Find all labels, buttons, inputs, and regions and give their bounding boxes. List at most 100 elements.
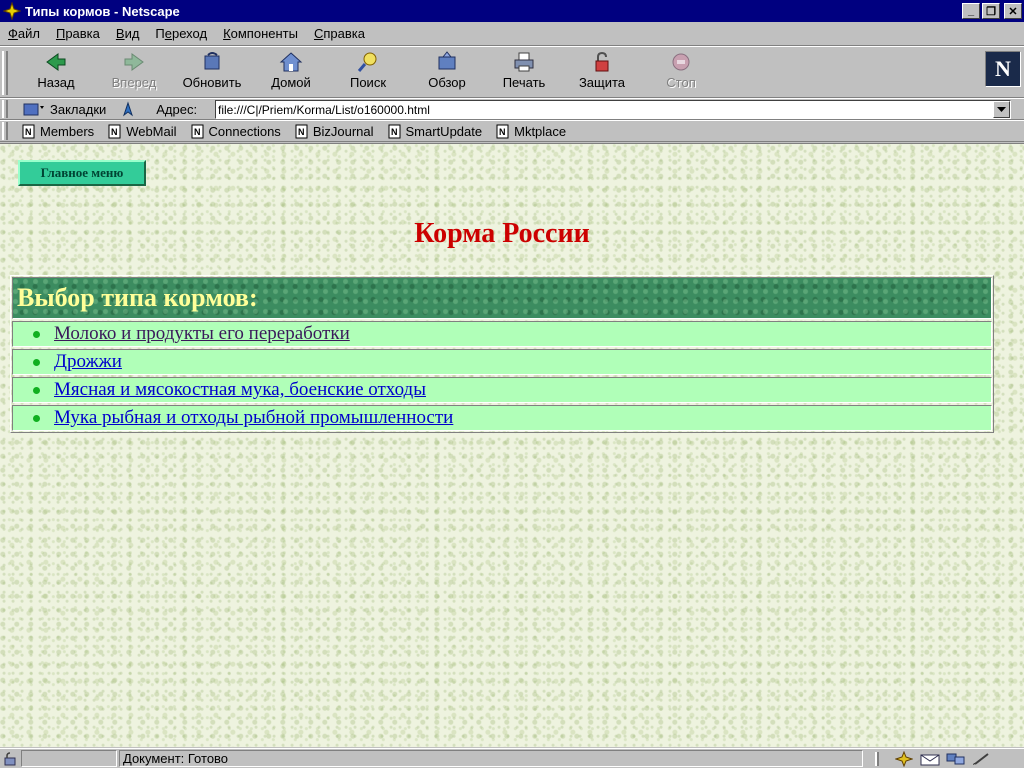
back-label: Назад xyxy=(37,75,75,90)
print-button[interactable]: Печать xyxy=(489,51,559,95)
forward-button[interactable]: Вперед xyxy=(99,51,169,95)
netscape-app-icon xyxy=(3,2,21,20)
unlocked-icon xyxy=(4,751,16,765)
composer-icon[interactable] xyxy=(969,750,995,768)
bookmark-mktplace[interactable]: N Mktplace xyxy=(496,124,566,139)
home-button[interactable]: Домой xyxy=(256,51,326,95)
table-row: Мука рыбная и отходы рыбной промышленнос… xyxy=(12,405,992,431)
stop-button[interactable]: Стоп xyxy=(646,51,716,95)
close-button[interactable]: ✕ xyxy=(1004,3,1022,19)
bookmark-label: SmartUpdate xyxy=(405,123,483,139)
window-title: Типы кормов - Netscape xyxy=(25,3,180,19)
print-label: Печать xyxy=(502,75,546,90)
back-button[interactable]: Назад xyxy=(21,51,91,95)
main-menu-button[interactable]: Главное меню xyxy=(18,160,146,186)
security-label: Защита xyxy=(578,75,626,90)
table-header-text: Выбор типа кормов: xyxy=(17,283,258,312)
personal-grip[interactable] xyxy=(2,122,8,140)
search-label: Поиск xyxy=(349,75,387,90)
address-dropdown-button[interactable] xyxy=(993,101,1010,118)
page-title: Корма России xyxy=(414,218,590,249)
bookmark-book-icon xyxy=(23,103,44,116)
progress-bar xyxy=(21,750,117,767)
stop-label: Стоп xyxy=(666,75,696,90)
lock-icon xyxy=(595,51,609,72)
search-button[interactable]: Поиск xyxy=(333,51,403,95)
bookmark-label: Connections xyxy=(208,123,281,139)
svg-text:N: N xyxy=(499,127,506,137)
bookmark-members[interactable]: N Members xyxy=(22,124,94,139)
reload-button[interactable]: Обновить xyxy=(177,51,247,95)
bookmark-bizjournal[interactable]: N BizJournal xyxy=(295,124,374,139)
table-row: Молоко и продукты его переработки xyxy=(12,321,992,347)
forward-label: Вперед xyxy=(111,75,157,90)
bullet-icon xyxy=(33,358,40,366)
svg-text:N: N xyxy=(25,127,32,137)
bookmark-label: WebMail xyxy=(126,123,177,139)
table-header: Выбор типа кормов: xyxy=(12,277,992,319)
bookmarks-button[interactable]: Закладки xyxy=(22,101,106,117)
navigation-toolbar: Назад Вперед Обновить Домой Поиск Обзор … xyxy=(0,46,1024,98)
status-text: Документ: Готово xyxy=(119,750,863,767)
menu-edit[interactable]: Правка xyxy=(48,26,108,41)
stop-icon xyxy=(672,53,690,71)
feed-link-meat-meal[interactable]: Мясная и мясокостная мука, боенские отхо… xyxy=(54,379,426,401)
navigator-icon[interactable] xyxy=(891,750,917,768)
home-label: Домой xyxy=(271,75,311,90)
address-field[interactable] xyxy=(215,100,1011,119)
document-icon: N xyxy=(388,124,401,138)
bookmark-connections[interactable]: N Connections xyxy=(191,124,281,139)
feed-link-milk[interactable]: Молоко и продукты его переработки xyxy=(54,323,350,345)
dropdown-arrow-icon xyxy=(997,106,1006,112)
guide-icon xyxy=(438,51,456,70)
reload-icon xyxy=(204,52,220,70)
home-icon xyxy=(279,52,303,72)
netscape-logo[interactable]: N xyxy=(985,51,1021,87)
forward-arrow-icon xyxy=(124,53,144,71)
bullet-icon xyxy=(33,330,40,338)
document-icon: N xyxy=(496,124,509,138)
feed-link-fish-meal[interactable]: Мука рыбная и отходы рыбной промышленнос… xyxy=(54,407,453,429)
svg-text:N: N xyxy=(298,127,305,137)
location-pin-icon[interactable] xyxy=(120,101,136,117)
bookmark-smartupdate[interactable]: N SmartUpdate xyxy=(388,123,483,139)
address-label: Адрес: xyxy=(156,101,198,117)
menu-go[interactable]: Переход xyxy=(147,26,215,41)
document-icon: N xyxy=(191,124,204,138)
bookmark-label: Mktplace xyxy=(514,123,567,139)
feed-link-yeast[interactable]: Дрожжи xyxy=(54,351,122,373)
menu-communicator[interactable]: Компоненты xyxy=(215,26,306,41)
security-status-icon[interactable] xyxy=(1,750,19,768)
menu-bar: Файл Правка Вид Переход Компоненты Справ… xyxy=(0,22,1024,46)
menu-file[interactable]: Файл xyxy=(0,26,48,41)
minimize-button[interactable]: _ xyxy=(962,3,980,19)
mail-icon[interactable] xyxy=(917,750,943,768)
discussions-icon[interactable] xyxy=(943,750,969,768)
personal-toolbar: N Members N WebMail N Connections N BizJ… xyxy=(0,120,1024,142)
toolbar-grip[interactable] xyxy=(2,51,8,95)
reload-label: Обновить xyxy=(182,75,242,90)
menu-view[interactable]: Вид xyxy=(108,26,148,41)
title-bar: Типы кормов - Netscape _ ❐ ✕ xyxy=(0,0,1024,22)
component-grip-icon[interactable] xyxy=(865,750,891,768)
status-bar: Документ: Готово xyxy=(0,748,1024,768)
search-icon xyxy=(357,52,377,72)
security-button[interactable]: Защита xyxy=(567,51,637,95)
address-input[interactable] xyxy=(216,101,986,118)
bookmarks-label: Закладки xyxy=(50,101,107,117)
bullet-icon xyxy=(33,386,40,394)
location-grip[interactable] xyxy=(2,100,8,118)
document-icon: N xyxy=(22,124,35,138)
printer-icon xyxy=(514,52,534,72)
menu-help[interactable]: Справка xyxy=(306,26,373,41)
svg-text:N: N xyxy=(194,127,201,137)
table-row: Мясная и мясокостная мука, боенские отхо… xyxy=(12,377,992,403)
document-icon: N xyxy=(108,124,121,138)
guide-button[interactable]: Обзор xyxy=(412,51,482,95)
bookmark-webmail[interactable]: N WebMail xyxy=(108,123,177,139)
table-row: Дрожжи xyxy=(12,349,992,375)
document-icon: N xyxy=(295,124,308,138)
restore-button[interactable]: ❐ xyxy=(982,3,1000,19)
svg-text:N: N xyxy=(391,127,398,137)
bullet-icon xyxy=(33,414,40,422)
